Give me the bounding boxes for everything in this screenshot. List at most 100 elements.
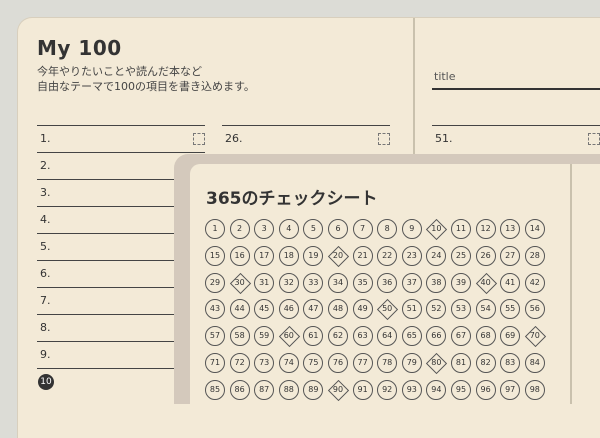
day-cell[interactable]: 74	[278, 353, 299, 373]
day-cell[interactable]: 56	[524, 299, 545, 320]
day-cell[interactable]: 41	[500, 272, 521, 293]
day-cell[interactable]: 57	[205, 326, 225, 347]
day-cell[interactable]: 52	[426, 299, 447, 320]
day-cell[interactable]: 13	[500, 219, 521, 239]
day-cell[interactable]: 3	[254, 219, 275, 239]
day-cell[interactable]: 73	[254, 353, 275, 373]
day-cell[interactable]: 81	[451, 353, 471, 373]
day-cell[interactable]: 24	[426, 245, 447, 266]
day-cell[interactable]: 66	[426, 326, 447, 347]
day-cell[interactable]: 21	[352, 245, 373, 266]
day-cell[interactable]: 25	[451, 245, 471, 266]
day-cell[interactable]: 65	[401, 326, 422, 347]
day-cell[interactable]: 68	[475, 326, 496, 347]
day-cell[interactable]: 5	[303, 219, 324, 239]
day-cell-milestone[interactable]: 70	[524, 326, 546, 348]
day-cell[interactable]: 58	[229, 326, 250, 347]
day-cell[interactable]: 55	[500, 299, 521, 320]
day-cell[interactable]: 48	[328, 299, 348, 320]
day-cell[interactable]: 62	[328, 326, 348, 347]
day-cell[interactable]: 9	[401, 219, 422, 239]
day-cell[interactable]: 92	[377, 379, 398, 400]
day-cell-milestone[interactable]: 60	[278, 326, 300, 348]
day-cell[interactable]: 69	[500, 326, 521, 347]
day-cell[interactable]: 44	[229, 299, 250, 320]
day-cell[interactable]: 18	[278, 245, 299, 266]
day-cell[interactable]: 36	[377, 272, 398, 293]
day-cell[interactable]: 96	[475, 379, 496, 400]
day-cell[interactable]: 23	[401, 245, 422, 266]
checkbox[interactable]	[378, 133, 390, 145]
day-cell[interactable]: 85	[205, 379, 225, 400]
day-cell[interactable]: 45	[254, 299, 275, 320]
day-cell[interactable]: 42	[524, 272, 545, 293]
day-cell[interactable]: 76	[328, 353, 348, 373]
day-cell[interactable]: 98	[524, 379, 545, 400]
day-cell[interactable]: 32	[278, 272, 299, 293]
day-cell[interactable]: 59	[254, 326, 275, 347]
day-cell[interactable]: 67	[451, 326, 471, 347]
day-cell[interactable]: 19	[303, 245, 324, 266]
day-cell[interactable]: 64	[377, 326, 398, 347]
day-cell[interactable]: 11	[451, 219, 471, 239]
day-cell[interactable]: 79	[401, 353, 422, 373]
column-3-first-row[interactable]: 51.	[432, 125, 600, 153]
list-row[interactable]: 1.	[37, 125, 205, 153]
day-cell[interactable]: 38	[426, 272, 447, 293]
day-cell[interactable]: 4	[278, 219, 299, 239]
checkbox[interactable]	[193, 133, 205, 145]
day-cell[interactable]: 88	[278, 379, 299, 400]
day-cell[interactable]: 53	[451, 299, 471, 320]
day-cell[interactable]: 71	[205, 353, 225, 373]
day-cell[interactable]: 37	[401, 272, 422, 293]
day-cell[interactable]: 17	[254, 245, 275, 266]
column-2-first-row[interactable]: 26.	[222, 125, 390, 153]
day-cell[interactable]: 97	[500, 379, 521, 400]
day-cell[interactable]: 78	[377, 353, 398, 373]
day-cell[interactable]: 75	[303, 353, 324, 373]
day-cell[interactable]: 1	[205, 219, 225, 239]
day-cell[interactable]: 15	[205, 245, 225, 266]
day-cell-milestone[interactable]: 40	[475, 272, 497, 294]
day-cell[interactable]: 83	[500, 353, 521, 373]
day-cell[interactable]: 31	[254, 272, 275, 293]
day-cell[interactable]: 34	[328, 272, 348, 293]
day-cell[interactable]: 63	[352, 326, 373, 347]
day-cell[interactable]: 43	[205, 299, 225, 320]
day-cell[interactable]: 82	[475, 353, 496, 373]
day-cell[interactable]: 49	[352, 299, 373, 320]
day-cell-milestone[interactable]: 50	[377, 299, 399, 321]
day-cell[interactable]: 8	[377, 219, 398, 239]
day-cell[interactable]: 33	[303, 272, 324, 293]
day-cell-milestone[interactable]: 20	[327, 245, 350, 267]
day-cell[interactable]: 72	[229, 353, 250, 373]
day-cell[interactable]: 46	[278, 299, 299, 320]
day-cell[interactable]: 26	[475, 245, 496, 266]
day-cell[interactable]: 22	[377, 245, 398, 266]
day-cell[interactable]: 2	[229, 219, 250, 239]
day-cell-milestone[interactable]: 30	[229, 272, 251, 294]
day-cell[interactable]: 14	[524, 219, 545, 239]
day-cell[interactable]: 35	[352, 272, 373, 293]
day-cell[interactable]: 84	[524, 353, 545, 373]
day-cell-milestone[interactable]: 80	[426, 352, 448, 375]
day-cell[interactable]: 89	[303, 379, 324, 400]
day-cell[interactable]: 91	[352, 379, 373, 400]
day-cell[interactable]: 86	[229, 379, 250, 400]
day-cell[interactable]: 77	[352, 353, 373, 373]
day-cell[interactable]: 39	[451, 272, 471, 293]
day-cell[interactable]: 7	[352, 219, 373, 239]
day-cell[interactable]: 12	[475, 219, 496, 239]
day-cell[interactable]: 51	[401, 299, 422, 320]
day-cell[interactable]: 28	[524, 245, 545, 266]
day-cell-milestone[interactable]: 10	[426, 218, 448, 241]
day-cell[interactable]: 47	[303, 299, 324, 320]
day-cell[interactable]: 87	[254, 379, 275, 400]
day-cell[interactable]: 94	[426, 379, 447, 400]
day-cell[interactable]: 27	[500, 245, 521, 266]
day-cell[interactable]: 95	[451, 379, 471, 400]
day-cell[interactable]: 54	[475, 299, 496, 320]
day-cell[interactable]: 29	[205, 272, 225, 293]
day-cell[interactable]: 6	[328, 219, 348, 239]
checkbox[interactable]	[588, 133, 600, 145]
